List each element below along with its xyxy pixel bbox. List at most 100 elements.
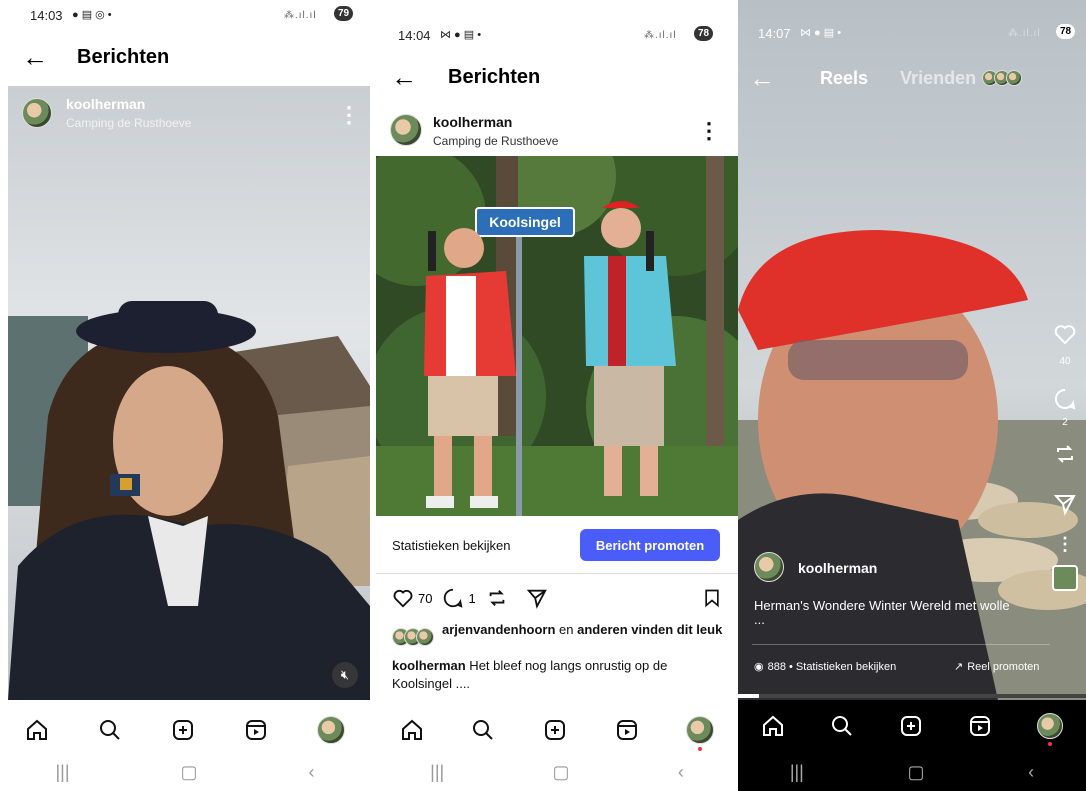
signal-icon: ⁂.ıl.ıl — [1008, 28, 1041, 39]
home-icon[interactable] — [25, 718, 49, 742]
bookmark-icon[interactable] — [702, 588, 722, 608]
home-system-icon[interactable]: ▢ — [553, 762, 570, 783]
profile-tab[interactable] — [686, 716, 715, 751]
search-icon[interactable] — [471, 718, 495, 742]
reel-username[interactable]: koolherman — [798, 560, 877, 576]
reel-side-actions: 40 2 ⋮ — [1050, 322, 1080, 591]
video-post[interactable]: koolherman Camping de Rusthoeve ⋮ 🔇︎ — [8, 86, 370, 700]
home-icon[interactable] — [761, 714, 785, 738]
like-count: 40 — [1059, 356, 1071, 367]
post-photo[interactable]: Koolsingel — [376, 156, 738, 516]
profile-avatar[interactable] — [686, 716, 715, 744]
create-post-icon[interactable] — [899, 714, 923, 738]
status-notification-icons: ⋈ ● ▤ • — [440, 29, 482, 41]
video-progress-bar[interactable] — [738, 694, 1086, 698]
post-location[interactable]: Camping de Rusthoeve — [66, 116, 191, 130]
reels-icon[interactable] — [615, 718, 639, 742]
home-system-icon[interactable]: ▢ — [907, 762, 924, 783]
bottom-nav — [376, 710, 738, 751]
status-time: 14:07 — [758, 26, 791, 41]
battery-indicator: 78 — [1056, 24, 1076, 39]
status-bar: 14:03 ● ▤ ◎ • ⁂.ıl.ıl 79 — [0, 6, 370, 28]
post-caption: koolherman Het bleef nog langs onrustig … — [392, 657, 722, 693]
more-options-icon[interactable]: ⋮ — [338, 102, 360, 128]
profile-avatar[interactable] — [317, 716, 346, 744]
tab-friends[interactable]: Vrienden — [900, 68, 976, 89]
status-time: 14:03 — [30, 8, 63, 23]
search-icon[interactable] — [98, 718, 122, 742]
video-frame-image — [8, 86, 370, 700]
post-username[interactable]: koolherman — [433, 114, 512, 130]
more-options-icon[interactable]: ⋮ — [1056, 534, 1074, 555]
like-count: 70 — [418, 590, 433, 606]
eye-icon: ◉ — [754, 661, 764, 673]
search-icon[interactable] — [830, 714, 854, 738]
status-notification-icons: ⋈ ● ▤ • — [800, 27, 842, 39]
back-arrow-icon[interactable]: ← — [15, 44, 55, 70]
notification-dot — [698, 747, 703, 751]
status-time: 14:04 — [398, 28, 431, 43]
status-bar: 14:04 ⋈ ● ▤ • ⁂.ıl.ıl 78 — [376, 26, 738, 48]
view-insights-link[interactable]: ◉ 888 • Statistieken bekijken — [754, 660, 897, 674]
avatar[interactable] — [390, 114, 422, 146]
reels-header: ← Reels Vrienden — [738, 64, 1086, 92]
promote-reel-link[interactable]: ↗ Reel promoten — [954, 660, 1040, 674]
create-post-icon[interactable] — [171, 718, 195, 742]
video-progress-fill — [738, 694, 759, 698]
caption-more[interactable]: ... — [754, 612, 765, 627]
views-text: 888 • Statistieken bekijken — [767, 660, 897, 673]
bottom-nav — [738, 704, 1086, 748]
repost-icon[interactable] — [1053, 442, 1077, 466]
home-system-icon[interactable]: ▢ — [181, 762, 198, 783]
status-notification-icons: ● ▤ ◎ • — [72, 9, 112, 21]
profile-tab[interactable] — [1037, 713, 1064, 746]
status-bar: 14:07 ⋈ ● ▤ • ⁂.ıl.ıl 78 — [738, 24, 1086, 46]
bottom-nav — [0, 710, 370, 750]
caption-username[interactable]: koolherman — [392, 658, 466, 673]
likes-others-link[interactable]: anderen vinden dit leuk — [577, 622, 722, 637]
reels-icon[interactable] — [244, 718, 268, 742]
comment-icon[interactable] — [442, 587, 464, 609]
post-location[interactable]: Camping de Rusthoeve — [433, 134, 558, 148]
home-icon[interactable] — [400, 718, 424, 742]
page-title: Berichten — [77, 45, 170, 68]
avatar[interactable] — [754, 552, 784, 582]
back-system-icon[interactable]: ‹ — [678, 762, 684, 783]
recent-apps-icon[interactable]: ||| — [430, 762, 444, 783]
audio-thumbnail[interactable] — [1052, 565, 1078, 591]
back-arrow-icon[interactable]: ← — [384, 64, 424, 90]
battery-indicator: 79 — [334, 6, 354, 21]
back-arrow-icon[interactable]: ← — [742, 65, 782, 91]
back-system-icon[interactable]: ‹ — [1028, 762, 1034, 783]
repost-icon[interactable] — [486, 587, 508, 609]
panel-reels: 14:07 ⋈ ● ▤ • ⁂.ıl.ıl 78 ← Reels Vriende… — [738, 0, 1086, 791]
share-icon[interactable] — [526, 587, 548, 609]
avatar[interactable] — [22, 98, 52, 128]
tab-reels[interactable]: Reels — [820, 68, 868, 89]
profile-avatar[interactable] — [1037, 713, 1064, 739]
likes-text: en — [555, 622, 578, 637]
back-system-icon[interactable]: ‹ — [309, 762, 315, 783]
comment-count: 1 — [468, 590, 476, 606]
reels-icon[interactable] — [968, 714, 992, 738]
share-icon[interactable] — [1053, 492, 1077, 516]
liker-avatars — [392, 628, 440, 646]
heart-icon[interactable] — [1053, 322, 1077, 346]
comment-icon[interactable] — [1053, 387, 1077, 411]
mute-icon[interactable]: 🔇︎ — [332, 662, 358, 688]
post-username[interactable]: koolherman — [66, 96, 145, 112]
promote-post-button[interactable]: Bericht promoten — [580, 529, 720, 561]
liker-username[interactable]: arjenvandenhoorn — [442, 622, 555, 637]
recent-apps-icon[interactable]: ||| — [790, 762, 804, 783]
system-nav: ||| ▢ ‹ — [0, 760, 370, 784]
system-nav: ||| ▢ ‹ — [376, 760, 738, 784]
recent-apps-icon[interactable]: ||| — [55, 762, 69, 783]
create-post-icon[interactable] — [543, 718, 567, 742]
view-insights-link[interactable]: Statistieken bekijken — [392, 538, 511, 553]
promote-text: Reel promoten — [967, 660, 1040, 673]
more-options-icon[interactable]: ⋮ — [698, 118, 720, 144]
likes-summary: arjenvandenhoorn en anderen vinden dit l… — [392, 622, 722, 652]
heart-icon[interactable] — [392, 587, 414, 609]
page-title: Berichten — [448, 65, 541, 88]
reel-caption: Herman's Wondere Winter Wereld met wolle — [754, 598, 1010, 613]
